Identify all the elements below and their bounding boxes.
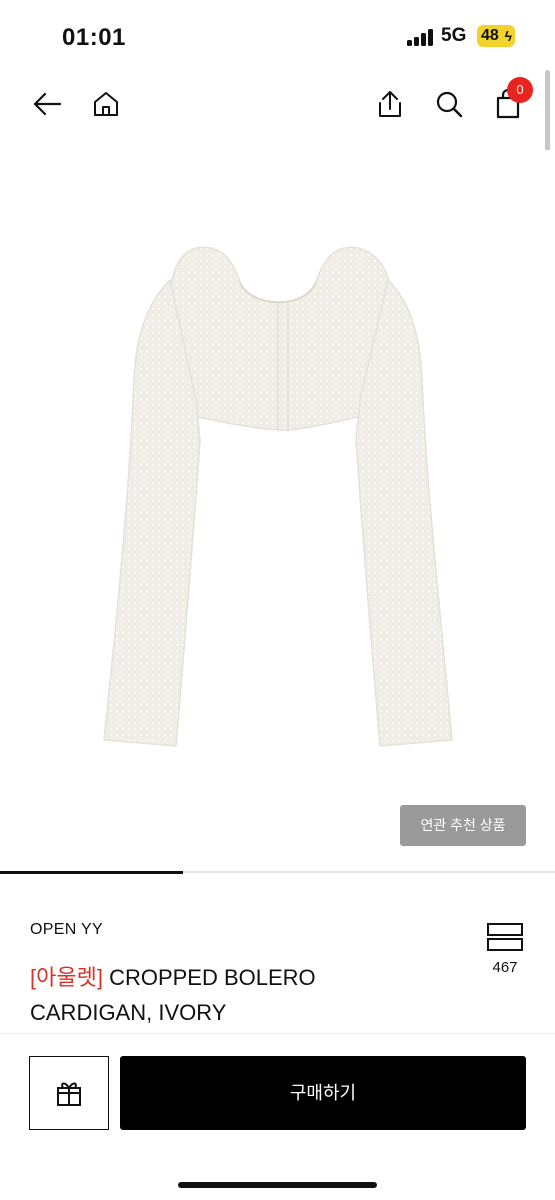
- charging-icon: ϟ: [504, 28, 512, 44]
- share-button[interactable]: [370, 84, 410, 124]
- cardigan-image: [103, 246, 453, 747]
- cart-count-badge: 0: [507, 77, 533, 103]
- status-time: 01:01: [62, 24, 126, 51]
- divider: [0, 1033, 555, 1034]
- buy-button[interactable]: 구매하기: [120, 1056, 526, 1130]
- share-icon: [379, 91, 401, 117]
- home-icon: [94, 92, 118, 116]
- outlet-tag: [아울렛]: [30, 965, 103, 990]
- back-arrow-icon: [33, 92, 62, 116]
- back-button[interactable]: [27, 84, 67, 124]
- image-progress-fill: [0, 871, 184, 874]
- related-products-button[interactable]: 연관 추천 상품: [400, 805, 526, 846]
- battery-level: 48: [481, 27, 499, 44]
- network-label: 5G: [441, 25, 467, 46]
- like-icon: [487, 923, 523, 951]
- home-indicator: [178, 1182, 377, 1188]
- gift-button[interactable]: [29, 1056, 109, 1130]
- status-bar: 01:01 5G 48 ϟ: [0, 0, 555, 72]
- search-button[interactable]: [429, 84, 469, 124]
- gift-icon: [57, 1082, 81, 1106]
- image-progress-track: [0, 871, 555, 874]
- product-image[interactable]: 연관 추천 상품: [0, 150, 555, 860]
- signal-icon: [407, 28, 435, 46]
- battery-indicator: 48 ϟ: [477, 25, 515, 47]
- home-button[interactable]: [86, 84, 126, 124]
- product-title: [아울렛] CROPPED BOLERO CARDIGAN, IVORY: [30, 960, 390, 1030]
- brand-name[interactable]: OPEN YY: [30, 921, 103, 939]
- like-count: 467: [492, 959, 518, 976]
- search-icon: [436, 91, 463, 118]
- like-button[interactable]: 467: [483, 922, 527, 976]
- top-nav: [0, 72, 555, 136]
